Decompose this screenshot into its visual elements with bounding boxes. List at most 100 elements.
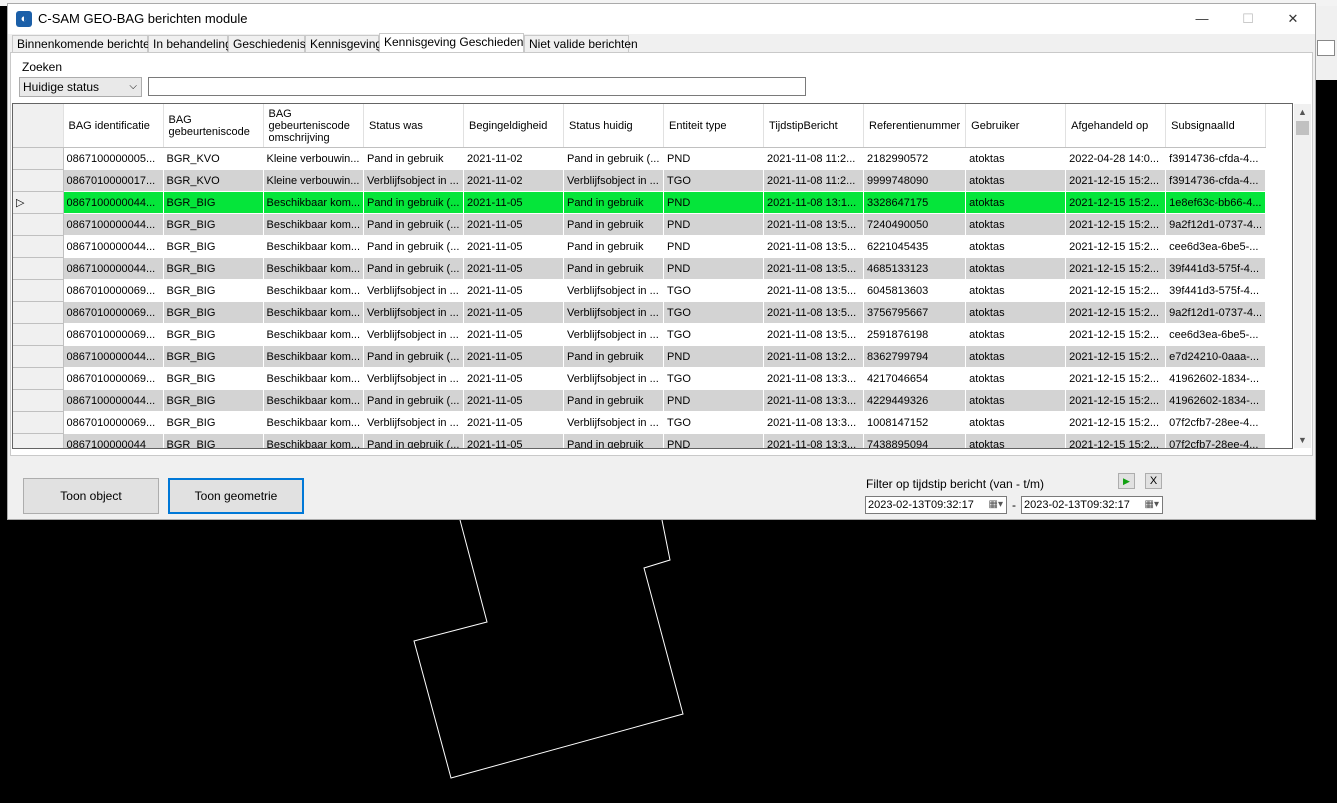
table-cell[interactable]: Beschikbaar kom...: [263, 191, 365, 214]
table-cell[interactable]: TGO: [663, 279, 765, 302]
table-cell[interactable]: e7d24210-0aaa-...: [1165, 345, 1267, 368]
tab-in-behandeling[interactable]: In behandeling: [148, 35, 232, 52]
maximize-button[interactable]: ☐: [1225, 4, 1271, 34]
row-header[interactable]: [13, 147, 64, 170]
scroll-up-icon[interactable]: ▲: [1294, 104, 1311, 120]
scroll-thumb[interactable]: [1296, 121, 1309, 135]
table-cell[interactable]: TGO: [663, 367, 765, 390]
table-cell[interactable]: 2021-11-02: [463, 147, 565, 170]
table-cell[interactable]: 41962602-1834-...: [1165, 367, 1267, 390]
table-cell[interactable]: 2182990572: [863, 147, 967, 170]
table-cell[interactable]: BGR_BIG: [163, 257, 264, 280]
table-cell[interactable]: 9999748090: [863, 169, 967, 192]
row-header[interactable]: [13, 169, 64, 192]
table-cell[interactable]: BGR_BIG: [163, 389, 264, 412]
table-cell[interactable]: 9a2f12d1-0737-4...: [1165, 213, 1267, 236]
table-cell[interactable]: atoktas: [965, 389, 1067, 412]
column-header[interactable]: Afgehandeld op: [1065, 104, 1167, 148]
column-header[interactable]: TijdstipBericht: [763, 104, 865, 148]
table-cell[interactable]: 7240490050: [863, 213, 967, 236]
table-cell[interactable]: BGR_BIG: [163, 367, 264, 390]
scroll-down-icon[interactable]: ▼: [1294, 432, 1311, 448]
table-cell[interactable]: Pand in gebruik (...: [563, 147, 665, 170]
table-cell[interactable]: 2021-11-05: [463, 411, 565, 434]
table-cell[interactable]: Verblijfsobject in ...: [363, 279, 465, 302]
table-cell[interactable]: Pand in gebruik: [563, 433, 665, 448]
table-cell[interactable]: atoktas: [965, 213, 1067, 236]
table-cell[interactable]: PND: [663, 235, 765, 258]
table-cell[interactable]: 3756795667: [863, 301, 967, 324]
table-row[interactable]: 0867100000005... BGR_KVO Kleine verbouwin.…: [13, 147, 1267, 170]
table-row[interactable]: 0867100000044... BGR_BIG Beschikbaar kom..…: [13, 345, 1267, 368]
table-cell[interactable]: Beschikbaar kom...: [263, 235, 365, 258]
table-cell[interactable]: 2021-11-08 13:3...: [763, 389, 865, 412]
table-cell[interactable]: Pand in gebruik (...: [363, 433, 465, 448]
table-row[interactable]: ▷ 0867100000044... BGR_BIG Beschikbaar kom.…: [13, 191, 1267, 214]
table-cell[interactable]: Verblijfsobject in ...: [563, 169, 665, 192]
table-cell[interactable]: BGR_KVO: [163, 169, 264, 192]
row-header[interactable]: [13, 323, 64, 346]
table-cell[interactable]: 39f441d3-575f-4...: [1165, 257, 1267, 280]
table-cell[interactable]: BGR_BIG: [163, 279, 264, 302]
table-cell[interactable]: Pand in gebruik (...: [363, 389, 465, 412]
table-cell[interactable]: 07f2cfb7-28ee-4...: [1165, 433, 1267, 448]
table-cell[interactable]: 0867100000044...: [63, 191, 164, 214]
table-cell[interactable]: 2021-11-08 13:5...: [763, 213, 865, 236]
vertical-scrollbar[interactable]: ▲ ▼: [1294, 104, 1311, 448]
table-cell[interactable]: Kleine verbouwin...: [263, 147, 365, 170]
table-cell[interactable]: 0867010000017...: [63, 169, 164, 192]
table-cell[interactable]: 8362799794: [863, 345, 967, 368]
tab-kennisgeving[interactable]: Kennisgeving: [305, 35, 382, 52]
table-cell[interactable]: atoktas: [965, 367, 1067, 390]
table-cell[interactable]: Verblijfsobject in ...: [363, 411, 465, 434]
table-cell[interactable]: Pand in gebruik (...: [363, 191, 465, 214]
table-cell[interactable]: 07f2cfb7-28ee-4...: [1165, 411, 1267, 434]
table-cell[interactable]: atoktas: [965, 235, 1067, 258]
table-cell[interactable]: TGO: [663, 169, 765, 192]
table-cell[interactable]: atoktas: [965, 169, 1067, 192]
table-cell[interactable]: atoktas: [965, 301, 1067, 324]
date-to-picker[interactable]: 2023-02-13T09:32:17 ▦▾: [1021, 496, 1163, 514]
table-cell[interactable]: 0867010000069...: [63, 367, 164, 390]
table-cell[interactable]: BGR_BIG: [163, 235, 264, 258]
table-cell[interactable]: Beschikbaar kom...: [263, 389, 365, 412]
table-cell[interactable]: Beschikbaar kom...: [263, 323, 365, 346]
table-row[interactable]: 0867100000044 BGR_BIG Beschikbaar kom... Pa…: [13, 433, 1267, 448]
table-cell[interactable]: 2021-11-05: [463, 433, 565, 448]
table-cell[interactable]: 2021-11-08 13:3...: [763, 433, 865, 448]
column-header[interactable]: Status huidig: [563, 104, 665, 148]
table-cell[interactable]: 6221045435: [863, 235, 967, 258]
table-cell[interactable]: BGR_BIG: [163, 323, 264, 346]
table-cell[interactable]: Verblijfsobject in ...: [563, 367, 665, 390]
table-cell[interactable]: 0867100000044...: [63, 235, 164, 258]
table-cell[interactable]: PND: [663, 257, 765, 280]
table-cell[interactable]: 1e8ef63c-bb66-4...: [1165, 191, 1267, 214]
minimize-button[interactable]: —: [1179, 4, 1225, 34]
table-cell[interactable]: 2021-12-15 15:2...: [1065, 389, 1167, 412]
play-icon[interactable]: ▶: [1118, 473, 1135, 489]
table-cell[interactable]: PND: [663, 433, 765, 448]
table-cell[interactable]: 0867010000069...: [63, 301, 164, 324]
table-cell[interactable]: 2021-11-08 13:2...: [763, 345, 865, 368]
table-cell[interactable]: 2021-11-05: [463, 345, 565, 368]
table-cell[interactable]: Pand in gebruik (...: [363, 213, 465, 236]
show-geometry-button[interactable]: Toon geometrie: [168, 478, 304, 514]
table-cell[interactable]: 2021-11-08 13:5...: [763, 323, 865, 346]
search-input[interactable]: [148, 77, 806, 96]
table-row[interactable]: 0867100000044... BGR_BIG Beschikbaar kom..…: [13, 235, 1267, 258]
table-cell[interactable]: Pand in gebruik (...: [363, 345, 465, 368]
table-cell[interactable]: 2021-11-05: [463, 257, 565, 280]
table-cell[interactable]: atoktas: [965, 279, 1067, 302]
tab-geschiedenis[interactable]: Geschiedenis: [228, 35, 306, 52]
table-cell[interactable]: BGR_BIG: [163, 433, 264, 448]
table-cell[interactable]: 39f441d3-575f-4...: [1165, 279, 1267, 302]
table-cell[interactable]: 2021-12-15 15:2...: [1065, 411, 1167, 434]
table-cell[interactable]: 6045813603: [863, 279, 967, 302]
table-cell[interactable]: 2021-11-05: [463, 191, 565, 214]
table-cell[interactable]: PND: [663, 147, 765, 170]
table-cell[interactable]: 0867100000005...: [63, 147, 164, 170]
table-cell[interactable]: BGR_BIG: [163, 213, 264, 236]
table-cell[interactable]: Pand in gebruik: [563, 257, 665, 280]
table-cell[interactable]: Beschikbaar kom...: [263, 301, 365, 324]
table-cell[interactable]: atoktas: [965, 345, 1067, 368]
